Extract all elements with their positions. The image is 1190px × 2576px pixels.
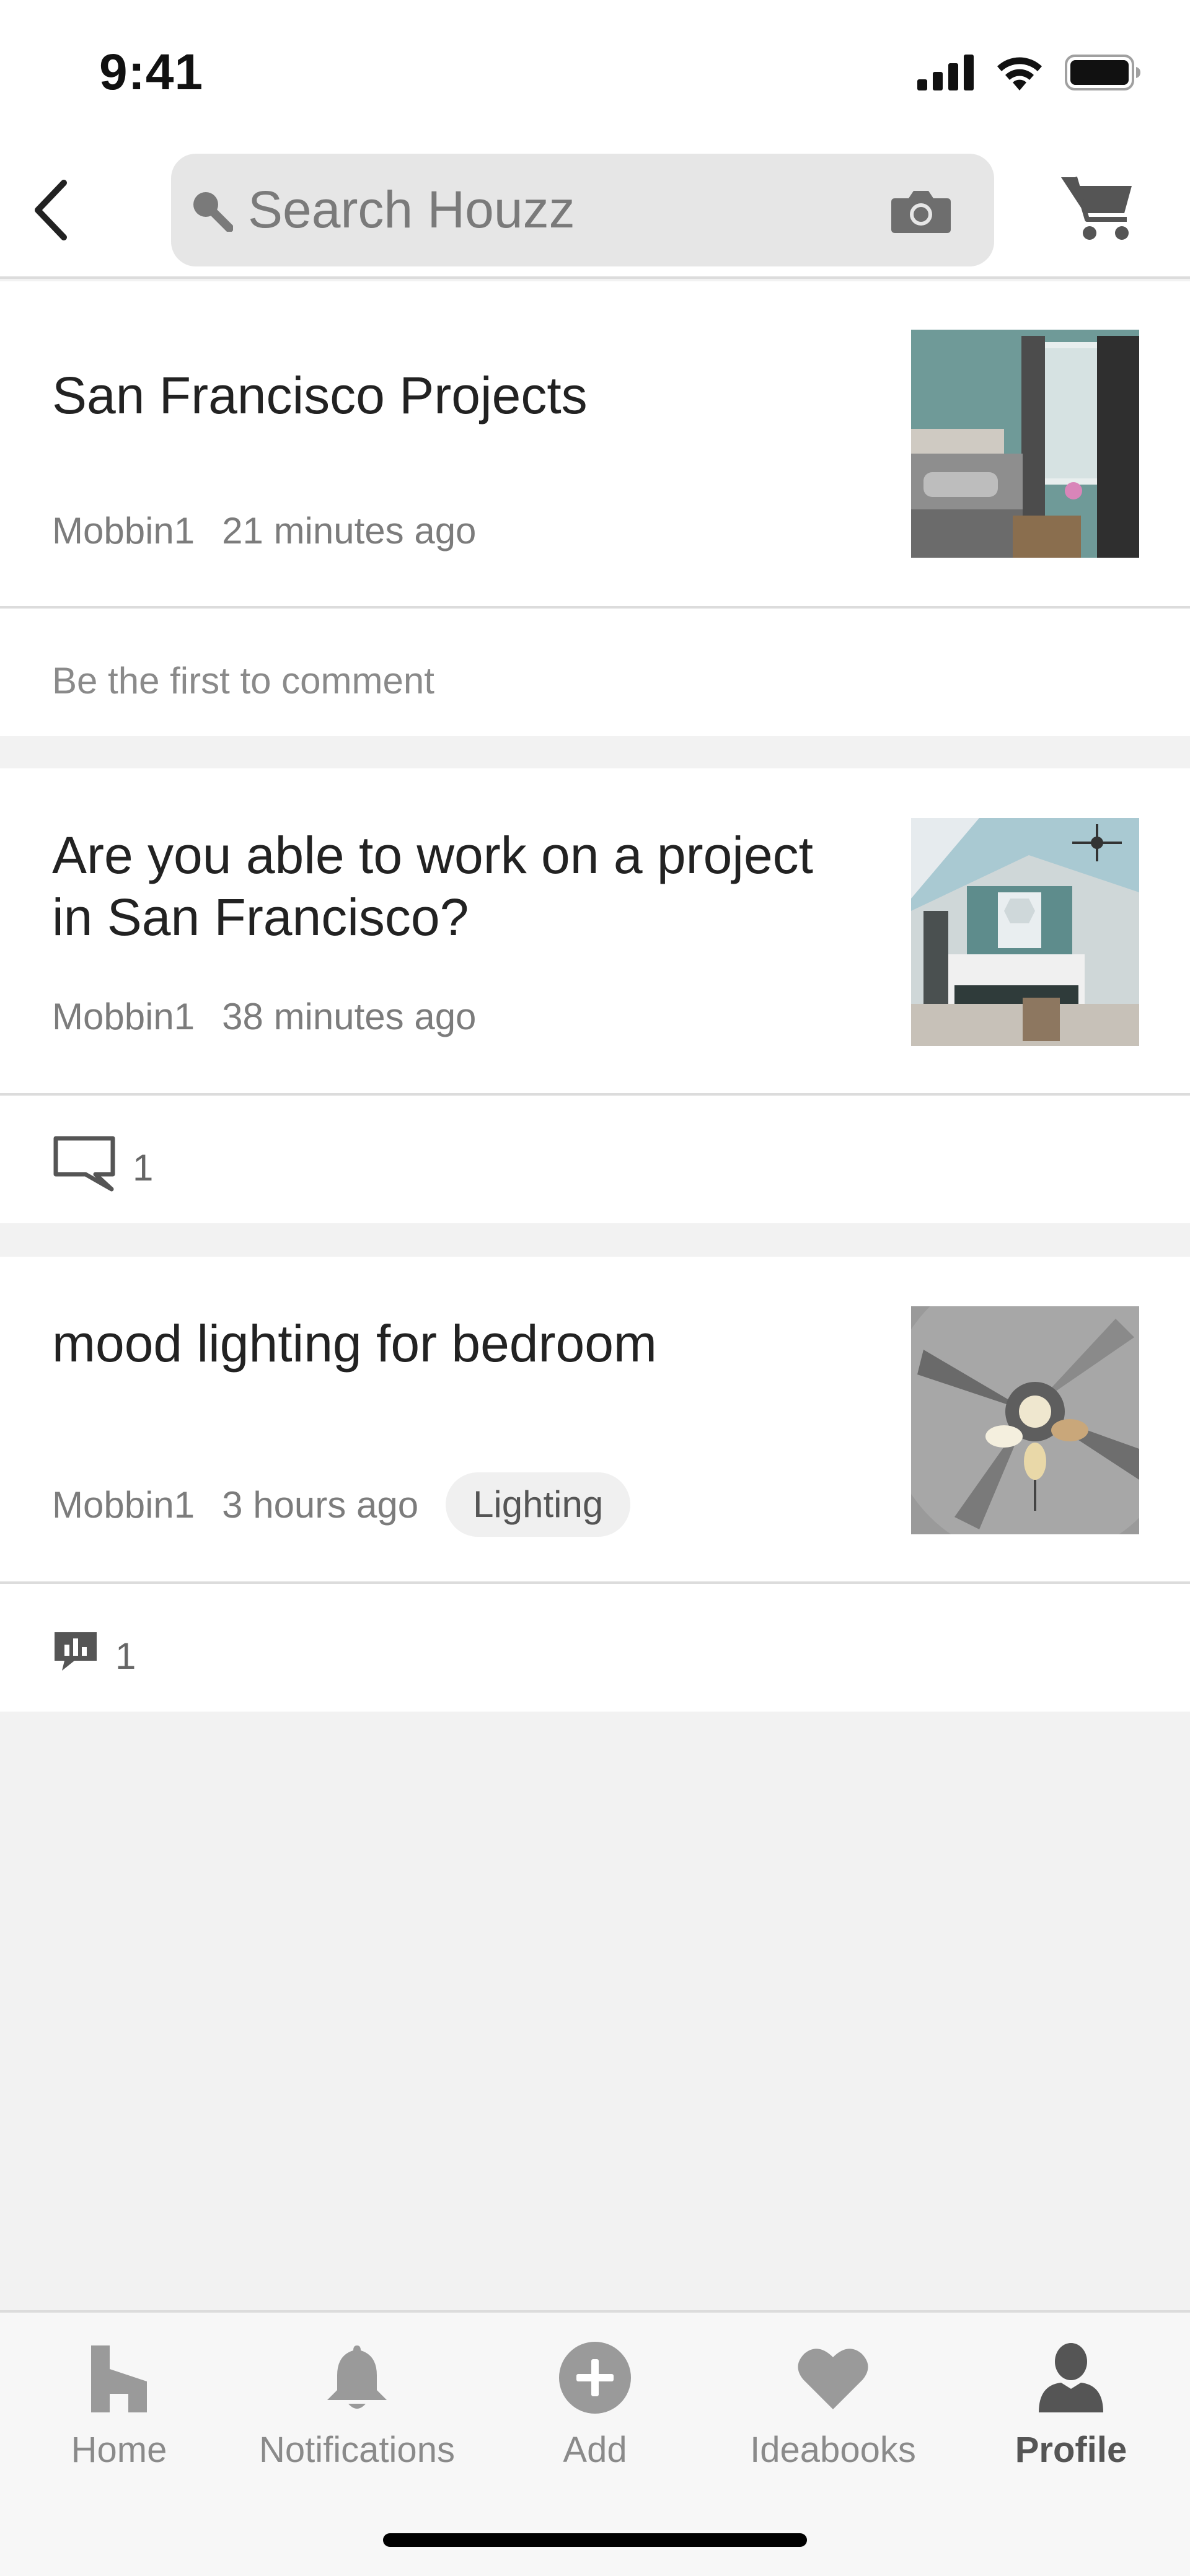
cart-button[interactable] (1060, 174, 1134, 245)
battery-icon (1065, 55, 1142, 94)
status-time: 9:41 (99, 44, 204, 100)
poll-count[interactable]: 1 (52, 1625, 136, 1687)
heart-icon (714, 2331, 952, 2424)
tab-label: Notifications (259, 2430, 455, 2470)
topic-tag[interactable]: Lighting (446, 1472, 631, 1537)
divider (0, 1581, 1190, 1584)
post-meta: Mobbin1 3 hours ago Lighting (52, 1472, 631, 1537)
wifi-icon (995, 55, 1044, 94)
post-meta: Mobbin1 21 minutes ago (52, 498, 476, 563)
home-icon (0, 2331, 238, 2424)
status-bar: 9:41 (0, 0, 1190, 143)
comment-count-value: 1 (133, 1146, 154, 1189)
tab-add[interactable]: Add (476, 2331, 714, 2471)
attic-bedroom-photo (911, 818, 1139, 1046)
post-card[interactable]: San Francisco Projects Mobbin1 21 minute… (0, 281, 1190, 736)
divider (0, 606, 1190, 609)
tab-label: Home (71, 2430, 167, 2470)
post-card[interactable]: mood lighting for bedroom Mobbin1 3 hour… (0, 1257, 1190, 1712)
tab-label: Ideabooks (750, 2430, 916, 2470)
tab-label: Add (563, 2430, 627, 2470)
post-title[interactable]: mood lighting for bedroom (52, 1312, 657, 1374)
search-icon (190, 188, 234, 235)
post-thumbnail[interactable] (911, 1306, 1139, 1534)
comment-icon (52, 1135, 117, 1200)
status-icons (917, 55, 1142, 94)
search-input[interactable] (248, 178, 868, 240)
divider (0, 1093, 1190, 1096)
header (0, 143, 1190, 279)
camera-icon[interactable] (890, 188, 952, 237)
ceiling-fan-photo (911, 1306, 1139, 1534)
post-time: 38 minutes ago (222, 995, 477, 1037)
search-bar[interactable] (171, 154, 994, 266)
post-thumbnail[interactable] (911, 818, 1139, 1046)
comment-prompt-text[interactable]: Be the first to comment (52, 659, 434, 702)
back-button[interactable] (22, 177, 78, 245)
post-title-line-2[interactable]: in San Francisco? (52, 886, 469, 948)
poll-icon (52, 1630, 99, 1682)
comment-count[interactable]: 1 (52, 1136, 153, 1198)
plus-circle-icon (476, 2331, 714, 2424)
comment-prompt[interactable]: Be the first to comment (52, 649, 434, 711)
post-time: 21 minutes ago (222, 509, 477, 552)
bedroom-photo (911, 330, 1139, 558)
cart-icon (1060, 176, 1134, 244)
post-title-line-1[interactable]: Are you able to work on a project (52, 824, 813, 886)
bell-icon (238, 2331, 476, 2424)
person-icon (952, 2331, 1190, 2424)
tab-home[interactable]: Home (0, 2331, 238, 2471)
tab-label: Profile (1015, 2430, 1127, 2470)
post-time: 3 hours ago (222, 1484, 419, 1526)
post-meta: Mobbin1 38 minutes ago (52, 984, 476, 1048)
post-title[interactable]: San Francisco Projects (52, 364, 588, 426)
home-indicator[interactable] (383, 2533, 807, 2547)
tab-profile[interactable]: Profile (952, 2331, 1190, 2471)
post-card[interactable]: Are you able to work on a project in San… (0, 768, 1190, 1223)
post-author[interactable]: Mobbin1 (52, 995, 195, 1038)
chevron-left-icon (32, 179, 69, 244)
signal-icon (917, 55, 974, 94)
tab-notifications[interactable]: Notifications (238, 2331, 476, 2471)
post-author[interactable]: Mobbin1 (52, 509, 195, 552)
tab-ideabooks[interactable]: Ideabooks (714, 2331, 952, 2471)
post-thumbnail[interactable] (911, 330, 1139, 558)
post-author[interactable]: Mobbin1 (52, 1484, 195, 1526)
poll-count-value: 1 (115, 1635, 136, 1677)
